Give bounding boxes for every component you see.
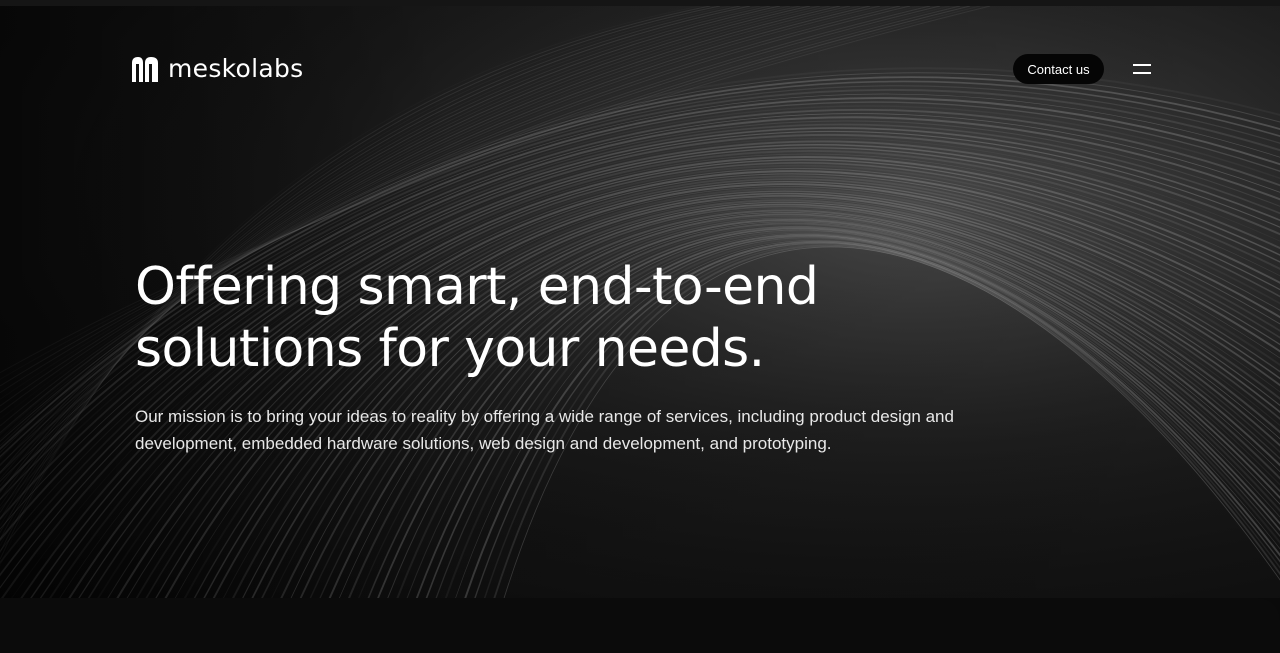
site-header: meskolabs Contact us — [0, 6, 1280, 136]
hamburger-menu-icon-top — [1133, 64, 1151, 66]
mission-line-1: Our mission is to bring your ideas to re… — [135, 407, 954, 426]
hero-headline-line-2: solutions for your needs. — [135, 319, 765, 379]
brand-logo-link[interactable]: meskolabs — [130, 54, 304, 84]
hero-headline: Offering smart, end-to-end solutions for… — [135, 256, 955, 380]
hero-section: meskolabs Contact us Offering smart, end… — [0, 6, 1280, 598]
mission-line-2: development, embedded hardware solutions… — [135, 434, 832, 453]
hamburger-menu-icon-bottom — [1133, 72, 1151, 74]
menu-button[interactable] — [1130, 58, 1154, 80]
meskolabs-logo-icon — [132, 57, 158, 82]
brand-name: meskolabs — [168, 54, 304, 83]
mission-statement: Our mission is to bring your ideas to re… — [135, 403, 1015, 457]
hero-headline-line-1: Offering smart, end-to-end — [135, 257, 819, 317]
next-section — [0, 598, 1280, 653]
contact-us-button[interactable]: Contact us — [1013, 54, 1104, 84]
